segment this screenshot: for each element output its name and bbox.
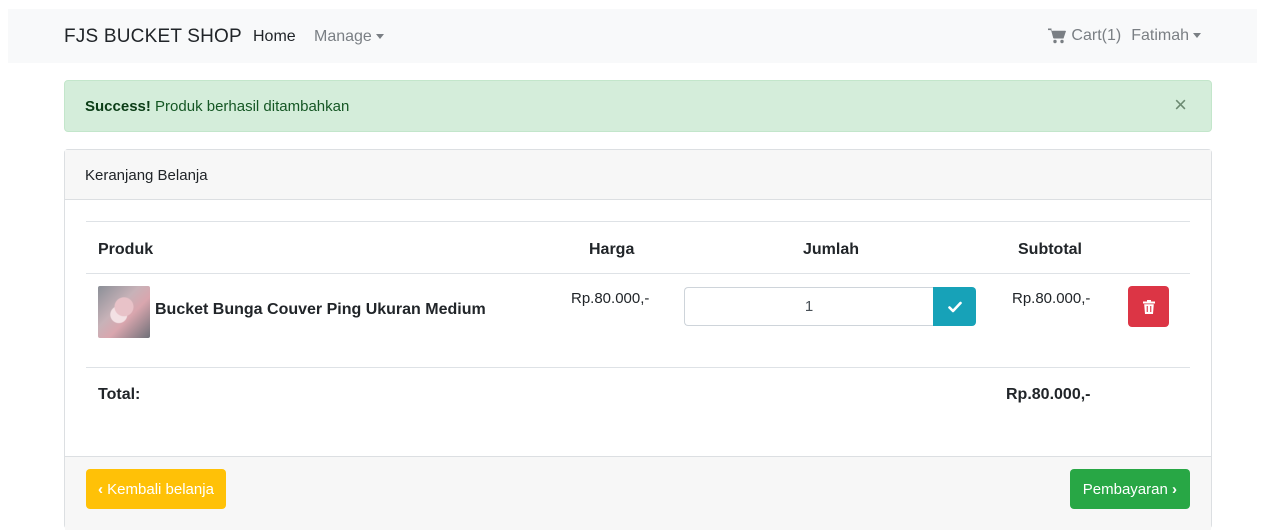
card-header: Keranjang Belanja <box>65 150 1211 200</box>
close-icon[interactable]: × <box>1174 94 1187 116</box>
total-value: Rp.80.000,- <box>1006 386 1091 403</box>
payment-button[interactable]: Pembayaran › <box>1069 469 1190 509</box>
back-to-shop-button[interactable]: ‹ Kembali belanja <box>86 469 226 509</box>
delete-item-button[interactable] <box>1128 286 1169 327</box>
card-footer: ‹ Kembali belanja Pembayaran › <box>65 456 1211 530</box>
product-thumbnail <box>98 286 150 338</box>
table-divider <box>86 273 1190 274</box>
table-divider <box>86 221 1190 222</box>
total-label: Total: <box>98 386 141 403</box>
shopping-cart-icon <box>1048 28 1067 44</box>
cart-card: Keranjang Belanja Produk Harga Jumlah Su… <box>64 149 1212 530</box>
quantity-group <box>684 287 976 326</box>
table-divider <box>86 367 1190 368</box>
caret-down-icon <box>375 34 384 40</box>
column-header-harga: Harga <box>589 241 635 258</box>
nav-manage-label: Manage <box>314 28 372 45</box>
alert-strong: Success! <box>85 98 151 115</box>
user-name: Fatimah <box>1131 27 1189 44</box>
quantity-input[interactable] <box>684 287 933 326</box>
alert-text: Success! Produk berhasil ditambahkan <box>85 98 349 115</box>
column-header-subtotal: Subtotal <box>1018 241 1082 258</box>
payment-button-label: Pembayaran <box>1082 480 1168 498</box>
chevron-left-icon: ‹ <box>98 480 103 498</box>
trash-icon <box>1142 299 1155 314</box>
success-alert: Success! Produk berhasil ditambahkan × <box>64 80 1212 132</box>
update-quantity-button[interactable] <box>933 287 976 326</box>
nav-home-link[interactable]: Home <box>253 28 296 46</box>
product-subtotal: Rp.80.000,- <box>1012 290 1091 307</box>
column-header-produk: Produk <box>98 241 154 258</box>
brand-link[interactable]: FJS BUCKET SHOP <box>64 26 242 48</box>
alert-message: Produk berhasil ditambahkan <box>150 98 350 115</box>
navbar: FJS BUCKET SHOP Home Manage Cart(1) Fati… <box>8 9 1257 63</box>
check-icon <box>947 301 962 312</box>
chevron-right-icon: › <box>1172 480 1177 498</box>
back-button-label: Kembali belanja <box>107 480 214 498</box>
caret-down-icon <box>1193 33 1201 39</box>
nav-cart-link[interactable]: Cart(1) <box>1048 27 1121 45</box>
nav-manage-dropdown[interactable]: Manage <box>314 28 384 46</box>
cart-label: Cart(1) <box>1071 27 1122 44</box>
product-price: Rp.80.000,- <box>571 290 650 307</box>
user-dropdown[interactable]: Fatimah <box>1131 27 1201 45</box>
nav-right: Cart(1) Fatimah <box>1048 27 1201 45</box>
product-name: Bucket Bunga Couver Ping Ukuran Medium <box>155 301 486 318</box>
column-header-jumlah: Jumlah <box>803 241 860 258</box>
